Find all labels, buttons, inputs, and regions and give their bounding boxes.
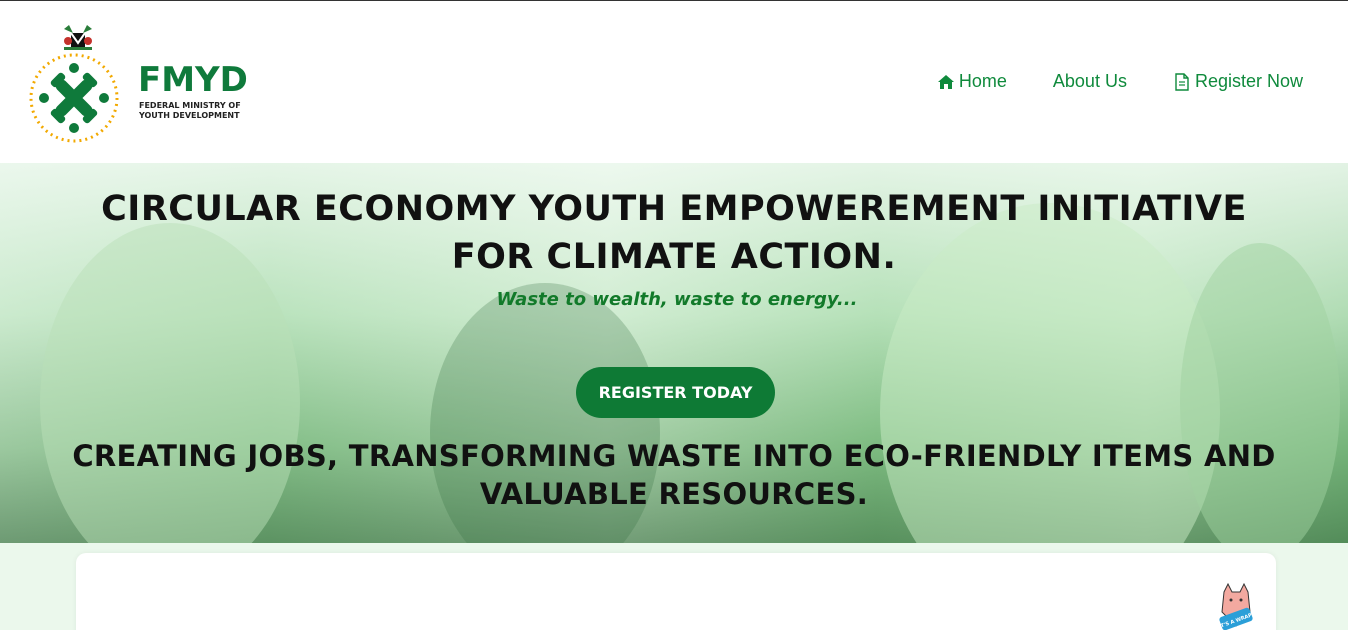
nav-register-label: Register Now bbox=[1194, 71, 1303, 91]
register-today-button[interactable]: REGISTER TODAY bbox=[576, 367, 775, 418]
fmyd-logo[interactable]: FMYD FEDERAL MINISTRY OF YOUTH DEVELOPME… bbox=[28, 23, 278, 148]
its-a-wrap-sticker-icon[interactable]: IT'S A WRAP! bbox=[1214, 582, 1258, 630]
hero-banner: CIRCULAR ECONOMY YOUTH EMPOWEREMENT INIT… bbox=[0, 163, 1348, 543]
ministry-emblem-icon bbox=[29, 25, 119, 143]
hero-tagline: Waste to wealth, waste to energy... bbox=[496, 289, 858, 310]
home-icon bbox=[937, 74, 954, 89]
hero-subtitle-line1: CREATING JOBS, TRANSFORMING WASTE INTO E… bbox=[72, 439, 1276, 473]
nav-home-label: Home bbox=[958, 71, 1007, 91]
hero-title-line2: FOR CLIMATE ACTION. bbox=[451, 237, 897, 277]
document-icon bbox=[1175, 72, 1189, 91]
logo-subtitle: FEDERAL MINISTRY OF YOUTH DEVELOPMENT bbox=[139, 101, 269, 121]
nav-about-link[interactable]: About Us bbox=[1053, 71, 1127, 92]
logo-subtitle-line1: FEDERAL MINISTRY OF bbox=[139, 101, 241, 110]
hero-subtitle: CREATING JOBS, TRANSFORMING WASTE INTO E… bbox=[0, 437, 1348, 513]
content-section bbox=[0, 543, 1348, 630]
main-nav: Home About Us Register Now bbox=[937, 71, 1303, 92]
content-card bbox=[76, 553, 1276, 630]
hero-title-line1: CIRCULAR ECONOMY YOUTH EMPOWEREMENT INIT… bbox=[101, 189, 1247, 229]
hero-title: CIRCULAR ECONOMY YOUTH EMPOWEREMENT INIT… bbox=[0, 185, 1348, 281]
nav-home-link[interactable]: Home bbox=[937, 71, 1007, 92]
site-header: FMYD FEDERAL MINISTRY OF YOUTH DEVELOPME… bbox=[0, 1, 1348, 163]
nav-register-link[interactable]: Register Now bbox=[1173, 71, 1303, 92]
logo-title: FMYD bbox=[138, 60, 248, 100]
nav-about-label: About Us bbox=[1052, 71, 1127, 91]
hero-subtitle-line2: VALUABLE RESOURCES. bbox=[479, 477, 869, 511]
logo-subtitle-line2: YOUTH DEVELOPMENT bbox=[139, 111, 240, 120]
